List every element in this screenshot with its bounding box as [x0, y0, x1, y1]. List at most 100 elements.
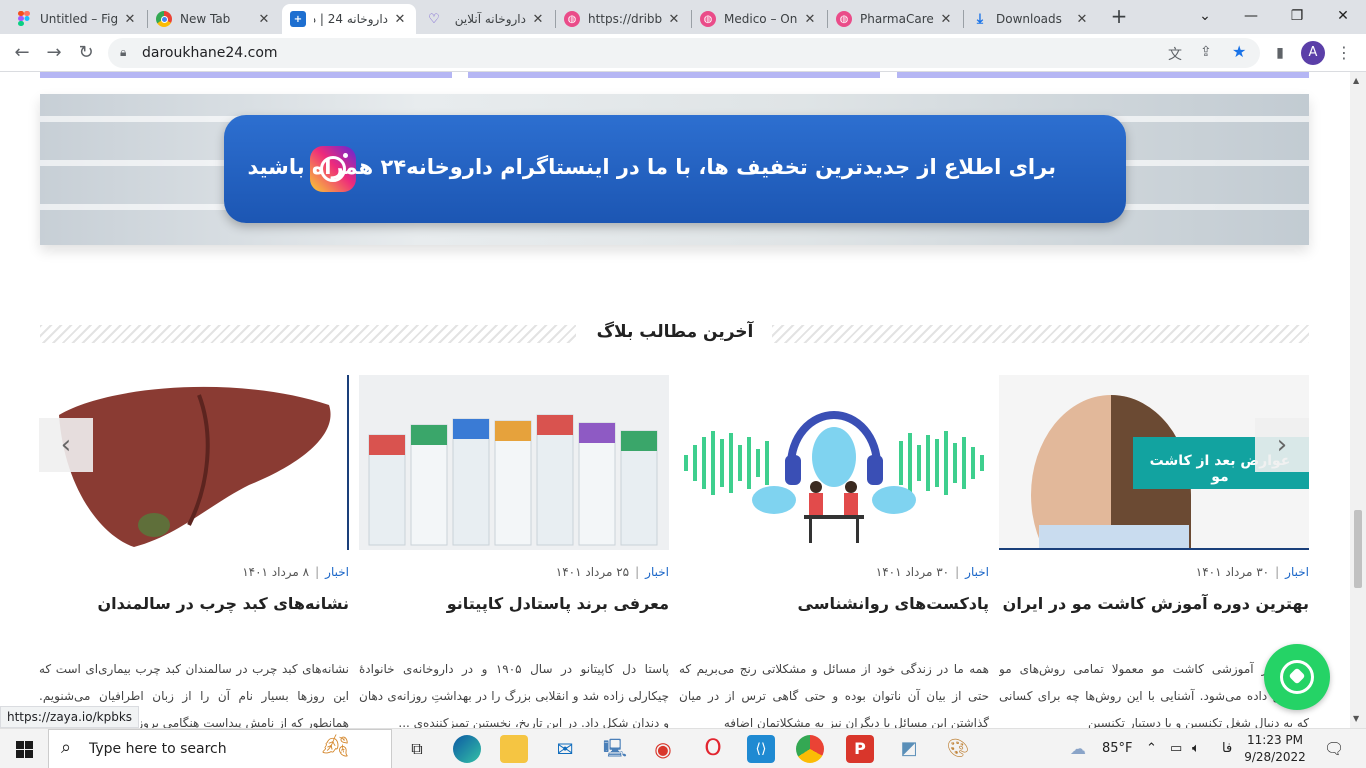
close-icon[interactable]: ✕ — [666, 12, 682, 27]
close-icon[interactable]: ✕ — [938, 12, 954, 27]
banner-pill: برای اطلاع از جدیدترین تخفیف ها، با ما د… — [224, 115, 1126, 223]
post-date: ۳۰ مرداد ۱۴۰۱ — [875, 565, 950, 579]
close-icon[interactable]: ✕ — [256, 12, 272, 27]
address-bar[interactable]: 🔒︎ daroukhane24.com 文 ⇪ ★ — [108, 38, 1260, 68]
bookmark-star-icon[interactable]: ★ — [1232, 42, 1246, 61]
tab-title: Untitled – Fig — [40, 12, 118, 26]
tab-downloads[interactable]: ⤓ Downloads ✕ — [964, 4, 1098, 34]
weather-temp[interactable]: 85°F — [1102, 729, 1133, 768]
close-icon[interactable]: ✕ — [122, 12, 138, 27]
close-window-button[interactable]: ✕ — [1320, 0, 1366, 34]
post-meta: اخبار|۸ مرداد ۱۴۰۱ — [242, 565, 349, 579]
search-icon: ⌕ — [61, 737, 72, 758]
reload-icon[interactable]: ↻ — [74, 41, 98, 65]
dribbble-icon: ◍ — [564, 11, 580, 27]
figma-icon — [16, 11, 32, 27]
close-icon[interactable]: ✕ — [802, 12, 818, 27]
menu-kebab-icon[interactable]: ⋮ — [1332, 41, 1356, 65]
close-icon[interactable]: ✕ — [1074, 12, 1090, 27]
post-date: ۲۵ مرداد ۱۴۰۱ — [555, 565, 630, 579]
maximize-button[interactable]: ❐ — [1274, 0, 1320, 34]
weather-cloud-icon[interactable]: ☁ — [1070, 729, 1086, 768]
record-app-icon[interactable]: ◉ — [649, 735, 677, 763]
chrome-icon — [156, 11, 172, 27]
tab-figma[interactable]: Untitled – Fig ✕ — [8, 4, 146, 34]
tab-search-chevron-icon[interactable]: ⌄ — [1182, 0, 1228, 34]
browser-toolbar: ← → ↻ 🔒︎ daroukhane24.com 文 ⇪ ★ ▮ A ⋮ — [0, 34, 1366, 72]
network-computer-icon[interactable]: 🖳︎ — [601, 735, 629, 763]
carousel-prev-button[interactable]: ‹ — [39, 418, 93, 472]
page-scrollbar[interactable]: ▲ ▼ — [1350, 72, 1366, 728]
post-title[interactable]: معرفی برند پاستادل کاپیتانو — [447, 594, 669, 613]
tab-online-pharmacy[interactable]: ♡ داروخانه آنلاین ✕ — [418, 4, 554, 34]
scrollbar-thumb[interactable] — [1354, 510, 1362, 588]
post-category[interactable]: اخبار — [645, 565, 669, 579]
chevron-left-icon: ‹ — [60, 430, 72, 460]
tab-daroukhane24[interactable]: + داروخانه 24 | د ✕ — [282, 4, 416, 34]
paint-icon[interactable]: 🎨︎ — [944, 735, 972, 763]
post-image-podcast[interactable] — [679, 375, 989, 550]
tab-new-tab[interactable]: New Tab ✕ — [148, 4, 280, 34]
close-icon[interactable]: ✕ — [530, 12, 546, 27]
translate-icon[interactable]: 文 — [1168, 44, 1182, 64]
post-date: ۳۰ مرداد ۱۴۰۱ — [1195, 565, 1270, 579]
postman-icon[interactable]: P — [846, 735, 874, 763]
notification-icon[interactable]: 🗨︎ — [1324, 729, 1344, 768]
category-card-bottom — [468, 72, 880, 78]
post-category[interactable]: اخبار — [325, 565, 349, 579]
close-icon[interactable]: ✕ — [392, 12, 408, 27]
post-title[interactable]: پادکست‌های روانشناسی — [798, 594, 989, 613]
podcast-illustration — [679, 375, 989, 550]
back-arrow-icon[interactable]: ← — [10, 41, 34, 65]
avatar[interactable]: A — [1301, 41, 1325, 65]
minimize-button[interactable]: — — [1228, 0, 1274, 34]
taskbar-clock[interactable]: 11:23 PM 9/28/2022 — [1244, 732, 1306, 766]
blog-card[interactable]: اخبار|۳۰ مرداد ۱۴۰۱ پادکست‌های روانشناسی… — [679, 375, 989, 728]
tray-chevron-up-icon[interactable]: ⌃ — [1146, 729, 1157, 768]
battery-icon[interactable]: ▭ — [1170, 729, 1182, 768]
app-window-icon[interactable]: ◩ — [895, 735, 923, 763]
task-view-icon[interactable]: ⧉ — [403, 735, 431, 763]
blog-card[interactable]: اخبار|۲۵ مرداد ۱۴۰۱ معرفی برند پاستادل ک… — [359, 375, 669, 728]
instagram-banner[interactable]: برای اطلاع از جدیدترین تخفیف ها، با ما د… — [40, 94, 1309, 245]
post-image-toothpaste[interactable] — [359, 375, 669, 550]
new-tab-button[interactable]: + — [1108, 5, 1130, 27]
tab-title: https://dribbb — [588, 12, 662, 26]
opera-icon[interactable]: O — [699, 735, 727, 763]
share-icon[interactable]: ⇪ — [1200, 44, 1212, 60]
scroll-up-arrow-icon[interactable]: ▲ — [1353, 76, 1359, 85]
post-title[interactable]: نشانه‌های کبد چرب در سالمندان — [97, 594, 349, 613]
tab-title: New Tab — [180, 12, 231, 26]
post-date: ۸ مرداد ۱۴۰۱ — [242, 565, 310, 579]
side-panel-icon[interactable]: ▮ — [1268, 41, 1292, 65]
tab-medico[interactable]: ◍ Medico – Onl ✕ — [692, 4, 826, 34]
tab-strip: Untitled – Fig ✕ New Tab ✕ + داروخانه 24… — [0, 0, 1366, 34]
chrome-icon[interactable] — [796, 735, 824, 763]
whatsapp-button[interactable] — [1264, 644, 1330, 710]
taskbar-search[interactable]: ⌕ Type here to search 🍂︎ — [48, 729, 392, 768]
post-meta: اخبار|۲۵ مرداد ۱۴۰۱ — [555, 565, 669, 579]
clock-time: 11:23 PM — [1247, 733, 1303, 747]
carousel-next-button[interactable]: › — [1255, 418, 1309, 472]
tab-title: Medico – Onl — [724, 12, 798, 26]
edge-icon[interactable] — [453, 735, 481, 763]
volume-icon[interactable]: 🔈︎ — [1192, 729, 1200, 768]
dribbble-icon: ◍ — [836, 11, 852, 27]
scroll-down-arrow-icon[interactable]: ▼ — [1353, 714, 1359, 723]
tab-dribbble-url[interactable]: ◍ https://dribbb ✕ — [556, 4, 690, 34]
file-explorer-icon[interactable] — [500, 735, 528, 763]
toothpaste-illustration — [359, 375, 669, 550]
mail-icon[interactable]: ✉ — [551, 735, 579, 763]
start-button[interactable] — [0, 729, 48, 768]
status-link-tooltip: https://zaya.io/kpbks — [0, 706, 140, 728]
post-category[interactable]: اخبار — [1285, 565, 1309, 579]
autumn-leaves-icon: 🍂︎ — [321, 734, 349, 759]
post-meta: اخبار|۳۰ مرداد ۱۴۰۱ — [875, 565, 989, 579]
tab-pharmacare[interactable]: ◍ PharmaCare - ✕ — [828, 4, 962, 34]
post-category[interactable]: اخبار — [965, 565, 989, 579]
post-title[interactable]: بهترین دوره آموزش کاشت مو در ایران — [1003, 594, 1309, 613]
forward-arrow-icon[interactable]: → — [42, 41, 66, 65]
category-card-bottom — [40, 72, 452, 78]
vscode-icon[interactable]: ⟨⟩ — [747, 735, 775, 763]
language-indicator[interactable]: فا — [1222, 729, 1232, 768]
